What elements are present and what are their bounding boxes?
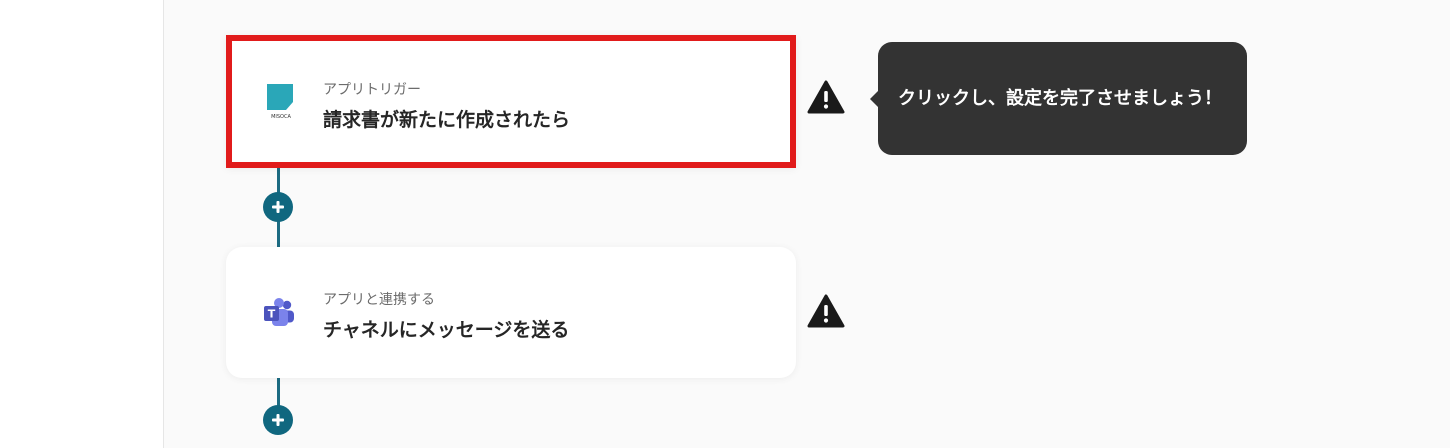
- action-step-card[interactable]: T アプリと連携する チャネルにメッセージを送る: [226, 247, 796, 378]
- plus-icon: [272, 201, 284, 213]
- warning-icon: [807, 80, 845, 114]
- complete-setup-tooltip: クリックし、設定を完了させましょう！: [870, 42, 1247, 155]
- add-step-button[interactable]: [263, 405, 293, 435]
- microsoft-teams-icon: T: [262, 296, 296, 330]
- step-title: チャネルにメッセージを送る: [323, 319, 570, 341]
- trigger-step-card[interactable]: MISOCA アプリトリガー 請求書が新たに作成されたら: [226, 35, 796, 168]
- tooltip-text: クリックし、設定を完了させましょう！: [898, 88, 1222, 109]
- left-sidebar-panel: [0, 0, 164, 448]
- svg-text:MISOCA: MISOCA: [271, 114, 291, 120]
- plus-icon: [272, 414, 284, 426]
- add-step-button[interactable]: [263, 192, 293, 222]
- svg-text:T: T: [268, 308, 276, 321]
- step-type-label: アプリと連携する: [323, 292, 435, 308]
- misoca-logo-icon: MISOCA: [264, 82, 298, 120]
- warning-icon: [807, 294, 845, 328]
- tooltip-arrow: [870, 91, 878, 107]
- step-type-label: アプリトリガー: [323, 82, 421, 98]
- step-title: 請求書が新たに作成されたら: [323, 109, 571, 131]
